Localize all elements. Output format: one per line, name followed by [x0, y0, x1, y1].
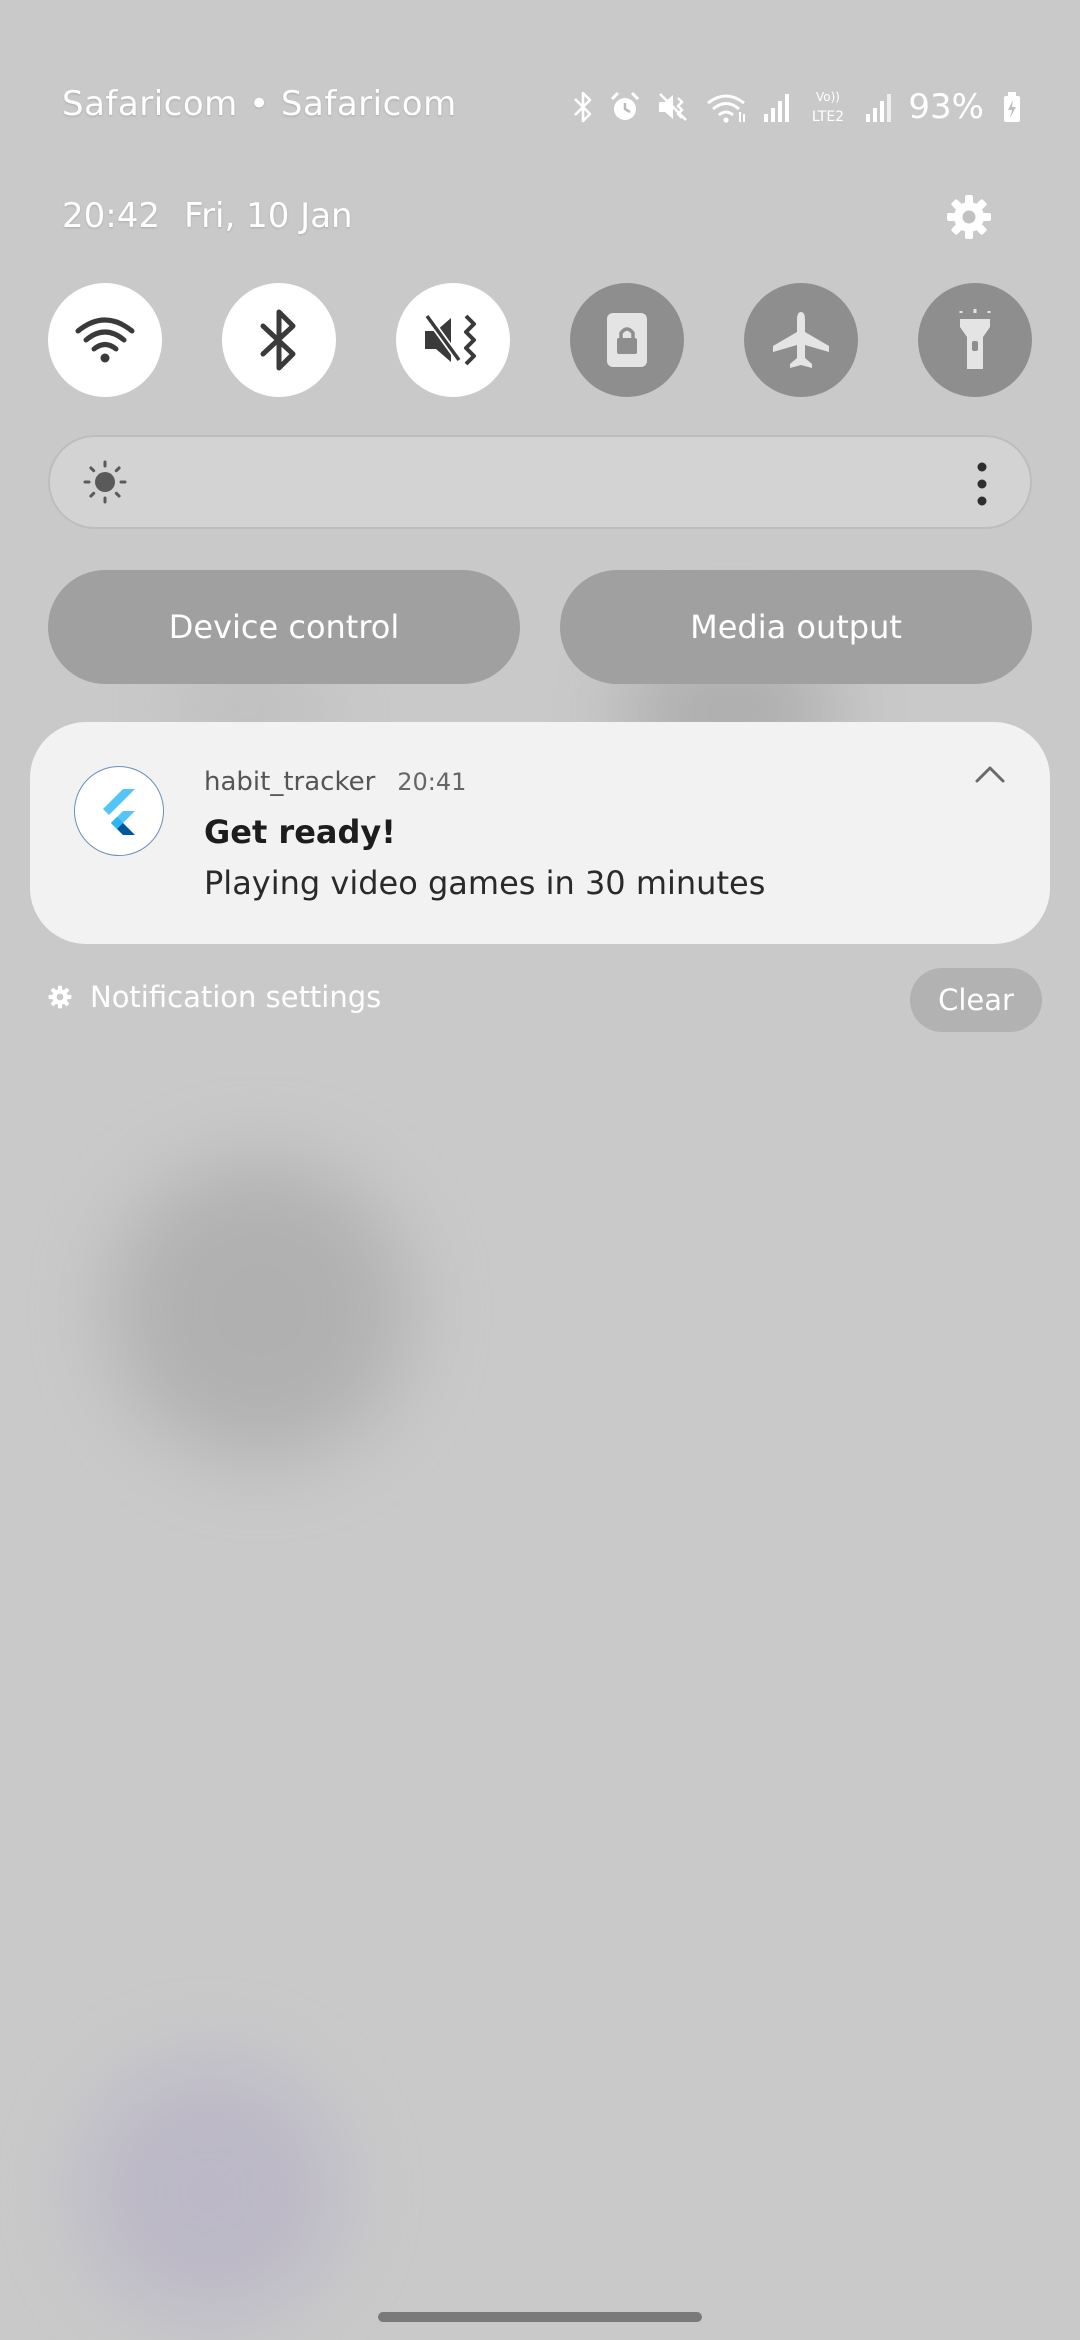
carrier-label: Safaricom • Safaricom — [62, 84, 457, 124]
airplane-icon — [773, 312, 829, 368]
battery-charging-icon — [1002, 90, 1022, 124]
flashlight-icon — [959, 309, 991, 369]
alarm-icon — [608, 90, 642, 124]
gear-icon — [48, 985, 72, 1009]
tile-wifi[interactable] — [48, 283, 162, 397]
notification-settings-link[interactable]: Notification settings — [46, 980, 381, 1014]
tile-bluetooth[interactable] — [222, 283, 336, 397]
brightness-slider[interactable] — [48, 435, 1032, 529]
wifi-icon — [704, 90, 748, 124]
tile-rotation-lock[interactable] — [570, 283, 684, 397]
background-glow — [110, 1160, 410, 1460]
svg-text:Vo)): Vo)) — [816, 90, 840, 104]
media-output-button[interactable]: Media output — [560, 570, 1032, 684]
svg-text:LTE2: LTE2 — [812, 109, 844, 125]
home-indicator[interactable] — [378, 2312, 702, 2322]
tile-flashlight[interactable] — [918, 283, 1032, 397]
battery-percentage: 93% — [908, 87, 984, 127]
background-glow — [80, 2060, 340, 2320]
bluetooth-icon — [572, 90, 594, 124]
notification-meta: habit_tracker 20:41 — [204, 767, 466, 797]
device-control-button[interactable]: Device control — [48, 570, 520, 684]
gear-icon — [947, 195, 991, 239]
bluetooth-icon — [260, 309, 296, 371]
settings-button[interactable] — [942, 190, 996, 244]
volte-lte-icon: Vo)) LTE2 — [806, 87, 850, 127]
signal-icon — [864, 90, 894, 124]
header-datetime: 20:42 Fri, 10 Jan — [62, 196, 353, 236]
sun-icon — [82, 459, 128, 509]
vibrate-mute-icon — [656, 90, 690, 124]
date: Fri, 10 Jan — [183, 196, 353, 236]
tile-airplane-mode[interactable] — [744, 283, 858, 397]
more-vertical-icon[interactable] — [976, 461, 988, 511]
collapse-chevron-icon[interactable] — [974, 764, 1006, 788]
portrait-lock-icon — [607, 313, 647, 367]
status-bar: Safaricom • Safaricom Vo)) LTE2 93% — [0, 78, 1080, 142]
app-icon — [74, 766, 164, 856]
flutter-logo-icon — [103, 789, 135, 835]
notification-title: Get ready! — [204, 813, 396, 851]
notification-body: Playing video games in 30 minutes — [204, 864, 766, 902]
quick-settings-tiles — [48, 283, 1032, 397]
notification-app-name: habit_tracker — [204, 767, 376, 797]
signal-icon — [762, 90, 792, 124]
clear-button[interactable]: Clear — [910, 968, 1042, 1032]
wifi-icon — [75, 317, 135, 363]
mute-vibrate-icon — [424, 313, 476, 366]
notification-time: 20:41 — [397, 768, 467, 796]
clock: 20:42 — [62, 196, 160, 236]
status-icons: Vo)) LTE2 93% — [572, 82, 1022, 132]
notification-card[interactable]: habit_tracker 20:41 Get ready! Playing v… — [30, 722, 1050, 944]
notification-settings-label: Notification settings — [90, 980, 382, 1014]
tile-sound[interactable] — [396, 283, 510, 397]
